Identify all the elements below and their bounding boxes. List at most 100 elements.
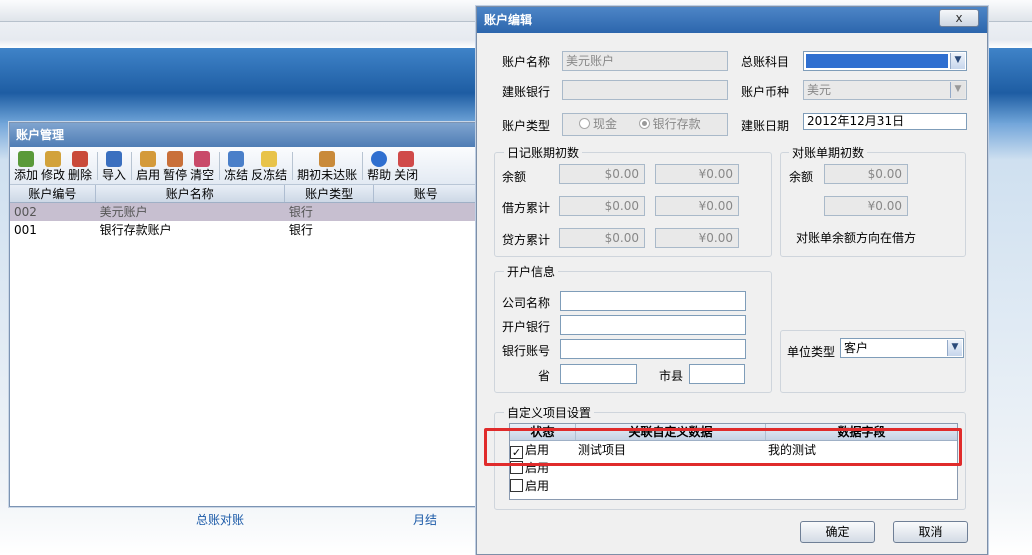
account-name: 银行存款账户 [99,223,172,237]
toolbar-separator [131,152,133,180]
bank-field[interactable] [562,80,728,100]
bank-account-field[interactable] [560,339,746,359]
table-row[interactable]: 002 美元账户 银行 [10,203,478,221]
ledger-account-selection [806,54,948,68]
import-icon [106,151,123,167]
toolbar: 添加 修改 删除 导入 启用 暂停 清空 冻结 反冻结 期初未达账 帮助 关闭 [10,147,478,185]
journal-credit-usd[interactable]: $0.00 [559,228,645,248]
add-button[interactable]: 添加 [14,151,38,182]
help-icon [371,151,388,167]
close-icon [398,151,415,167]
statement-balance-usd[interactable]: $0.00 [824,164,908,184]
province-field[interactable] [560,364,637,384]
clear-icon [194,151,211,167]
help-button[interactable]: 帮助 [367,151,391,182]
ledger-reconcile-link[interactable]: 总账对账 [196,511,244,528]
account-code: 001 [14,223,37,237]
journal-debit-usd[interactable]: $0.00 [559,196,645,216]
statement-balance-label: 余额 [789,170,814,184]
column-header[interactable]: 账户名称 [96,185,285,202]
account-number [374,203,478,221]
dialog-close-button[interactable]: x [939,9,979,27]
edit-icon [45,151,62,167]
close-button[interactable]: 关闭 [394,151,418,182]
freeze-button[interactable]: 冻结 [224,151,248,182]
status-cell: 启用 [510,477,576,495]
clear-button[interactable]: 清空 [190,151,214,182]
unfreeze-icon [261,151,278,167]
highlight-annotation [484,428,962,466]
enable-checkbox[interactable] [510,479,523,492]
opening-bank-field[interactable] [560,315,746,335]
document-icon [319,151,336,167]
journal-balance-usd[interactable]: $0.00 [559,164,645,184]
statement-direction-note: 对账单余额方向在借方 [796,231,917,245]
column-header[interactable]: 账户编号 [10,185,96,202]
currency-value: 美元 [807,83,832,97]
journal-opening-title: 日记账期初数 [504,144,583,161]
statement-opening-title: 对账单期初数 [789,144,868,161]
ledger-account-select[interactable]: ▼ [803,51,967,71]
currency-label: 账户币种 [741,85,790,99]
account-number [374,221,478,239]
account-opening-title: 开户信息 [504,263,559,280]
journal-balance-label: 余额 [502,170,527,184]
ok-button[interactable]: 确定 [800,521,875,543]
chevron-down-icon[interactable]: ▼ [950,53,965,69]
journal-debit-label: 借方累计 [502,201,551,215]
city-field[interactable] [689,364,745,384]
journal-balance-cny[interactable]: ¥0.00 [655,164,739,184]
account-code: 002 [14,205,37,219]
outstanding-items-button[interactable]: 期初未达账 [297,151,357,182]
province-label: 省 [538,369,551,383]
opening-date-field[interactable]: 2012年12月31日 [803,113,967,130]
currency-select[interactable]: 美元 ▼ [803,80,967,100]
delete-button[interactable]: 删除 [68,151,92,182]
journal-credit-cny[interactable]: ¥0.00 [655,228,739,248]
account-type: 银行 [288,205,313,219]
account-name: 美元账户 [99,205,148,219]
toolbar-separator [97,152,99,180]
edit-button[interactable]: 修改 [41,151,65,182]
cash-radio[interactable] [579,118,590,129]
chevron-down-icon[interactable]: ▼ [947,340,962,356]
window-title: 账户管理 [10,123,478,147]
account-type: 银行 [288,223,313,237]
add-icon [18,151,34,167]
unfreeze-button[interactable]: 反冻结 [251,151,287,182]
table-row[interactable]: 启用 [510,477,957,495]
column-header[interactable]: 账号 [374,185,479,202]
opening-date-label: 建账日期 [741,119,790,133]
bank-label: 建账银行 [502,85,551,99]
import-button[interactable]: 导入 [102,151,126,182]
city-label: 市县 [659,369,684,383]
bank-deposit-radio[interactable] [638,118,650,129]
ledger-account-label: 总账科目 [741,55,790,69]
unit-type-value: 客户 [844,341,869,355]
toolbar-separator [362,152,364,180]
account-name-label: 账户名称 [502,55,551,69]
dialog-title: 账户编辑 [477,7,987,33]
pause-button[interactable]: 暂停 [163,151,187,182]
cash-radio-label: 现金 [593,117,618,131]
cancel-button[interactable]: 取消 [893,521,968,543]
account-name-field[interactable]: 美元账户 [562,51,728,71]
table-row[interactable]: 001 银行存款账户 银行 [10,221,478,239]
bank-account-label: 银行账号 [502,344,551,358]
chevron-down-icon[interactable]: ▼ [950,82,965,98]
opening-bank-label: 开户银行 [502,320,551,334]
company-name-field[interactable] [560,291,746,311]
account-grid-header: 账户编号 账户名称 账户类型 账号 [10,185,479,203]
enable-icon [140,151,157,167]
pause-icon [167,151,184,167]
journal-debit-cny[interactable]: ¥0.00 [655,196,739,216]
column-header[interactable]: 账户类型 [285,185,375,202]
statement-balance-cny[interactable]: ¥0.00 [824,196,908,216]
freeze-icon [228,151,245,167]
enable-button[interactable]: 启用 [136,151,160,182]
unit-type-select[interactable]: 客户 ▼ [840,338,964,358]
custom-items-title: 自定义项目设置 [504,404,595,421]
account-type-group: 现金 银行存款 [562,113,728,136]
month-end-link[interactable]: 月结 [413,511,437,528]
toolbar-separator [292,152,294,180]
